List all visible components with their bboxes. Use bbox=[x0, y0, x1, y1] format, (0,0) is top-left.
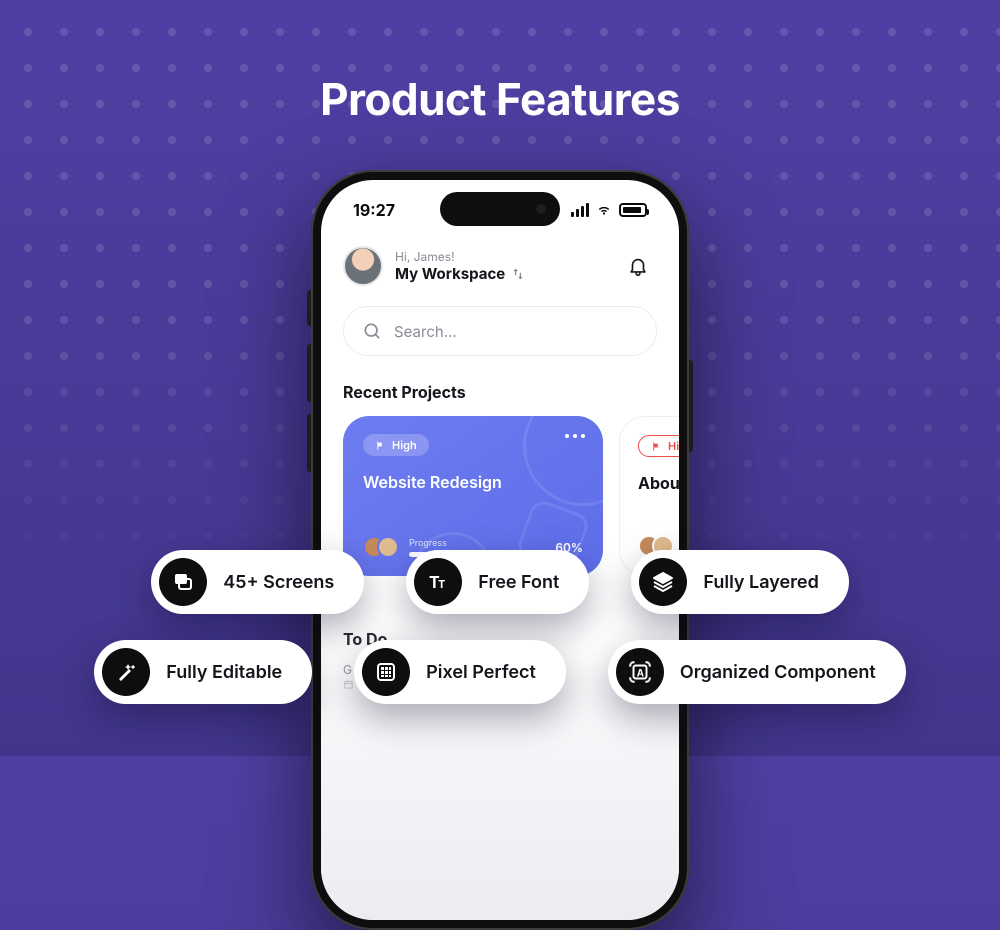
wifi-icon bbox=[595, 203, 613, 217]
component-icon: A bbox=[616, 648, 664, 696]
feature-label: Fully Layered bbox=[703, 572, 818, 593]
layers-icon bbox=[639, 558, 687, 606]
priority-chip: High bbox=[363, 434, 429, 456]
feature-pixel: Pixel Perfect bbox=[354, 640, 566, 704]
feature-label: Fully Editable bbox=[166, 662, 282, 683]
wand-icon bbox=[102, 648, 150, 696]
font-icon: TT bbox=[414, 558, 462, 606]
search-field[interactable] bbox=[343, 306, 657, 356]
feature-label: 45+ Screens bbox=[223, 572, 334, 593]
flag-icon bbox=[375, 440, 386, 451]
feature-label: Free Font bbox=[478, 572, 559, 593]
app-header: Hi, James! My Workspace bbox=[343, 246, 657, 286]
feature-label: Organized Component bbox=[680, 662, 876, 683]
feature-label: Pixel Perfect bbox=[426, 662, 536, 683]
feature-pill-group: 45+ Screens TT Free Font Fully Layered F… bbox=[0, 550, 1000, 704]
workspace-switcher[interactable]: My Workspace bbox=[395, 264, 607, 283]
status-time: 19:27 bbox=[353, 200, 395, 220]
greeting-text: Hi, James! bbox=[395, 249, 607, 264]
feature-component: A Organized Component bbox=[608, 640, 906, 704]
flag-icon bbox=[651, 441, 662, 452]
cellular-icon bbox=[571, 203, 589, 217]
notifications-button[interactable] bbox=[619, 247, 657, 285]
card-more-button[interactable] bbox=[565, 434, 585, 438]
swap-icon bbox=[511, 267, 525, 281]
feature-screens: 45+ Screens bbox=[151, 550, 364, 614]
screens-icon bbox=[159, 558, 207, 606]
search-input[interactable] bbox=[394, 322, 638, 341]
recent-projects-title: Recent Projects bbox=[343, 382, 657, 402]
avatar[interactable] bbox=[343, 246, 383, 286]
project-name: About U bbox=[638, 473, 679, 493]
svg-text:T: T bbox=[438, 577, 445, 591]
priority-chip: High bbox=[638, 435, 679, 457]
bell-icon bbox=[627, 255, 649, 277]
workspace-label: My Workspace bbox=[395, 264, 505, 283]
feature-layers: Fully Layered bbox=[631, 550, 848, 614]
search-icon bbox=[362, 321, 382, 341]
dynamic-island bbox=[440, 192, 560, 226]
feature-editable: Fully Editable bbox=[94, 640, 312, 704]
feature-font: TT Free Font bbox=[406, 550, 589, 614]
page-title: Product Features bbox=[0, 72, 1000, 126]
grid-icon bbox=[362, 648, 410, 696]
svg-text:A: A bbox=[637, 668, 645, 679]
battery-icon bbox=[619, 203, 647, 217]
progress-label: Progress bbox=[409, 538, 545, 549]
